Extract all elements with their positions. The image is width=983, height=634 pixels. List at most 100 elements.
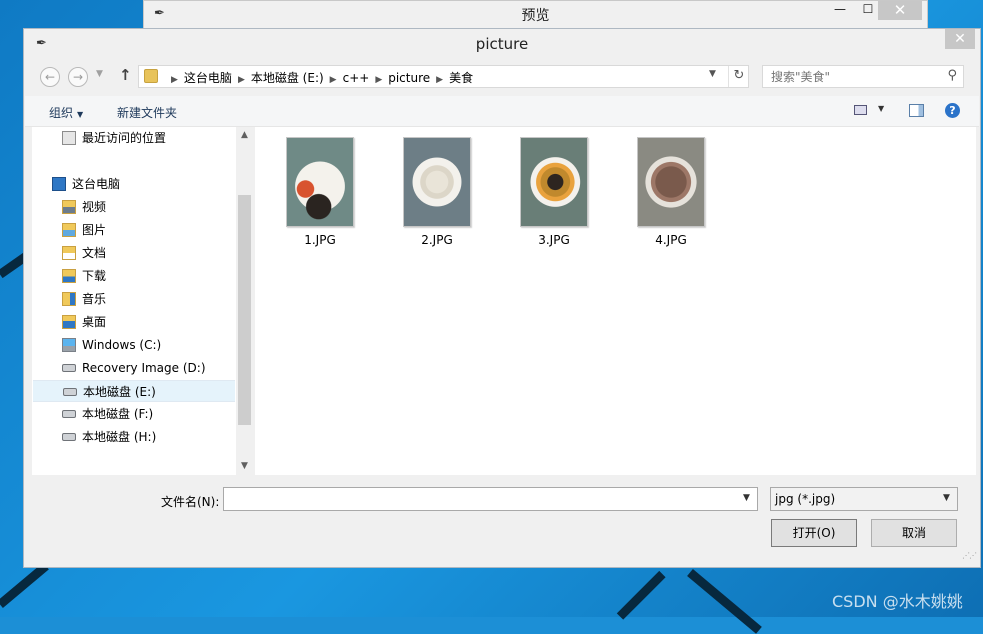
dialog-title: picture <box>475 35 529 53</box>
file-name: 4.JPG <box>655 233 687 247</box>
sidebar-item-label: Windows (C:) <box>82 338 162 352</box>
breadcrumb: ▶ 这台电脑 ▶ 本地磁盘 (E:) ▶ c++ ▶ picture ▶ 美食 <box>165 69 473 86</box>
chevron-right-icon: ▶ <box>375 75 383 85</box>
sidebar-item-label: Recovery Image (D:) <box>82 361 206 375</box>
search-input[interactable] <box>769 69 943 85</box>
help-icon[interactable]: ? <box>945 103 960 118</box>
filename-input[interactable] <box>227 491 736 507</box>
search-box[interactable]: ⚲ <box>762 65 964 88</box>
resize-grip-icon[interactable]: ⋰⋰ <box>962 551 977 560</box>
file-thumbnail <box>520 137 588 227</box>
background-window: ✒ 预览 — ☐ ✕ <box>143 0 928 30</box>
refresh-button[interactable]: ↻ <box>728 66 749 87</box>
pictures-folder-icon <box>62 223 76 237</box>
desktop-folder-icon <box>62 315 76 329</box>
watermark: CSDN @水木姚姚 <box>832 592 963 611</box>
minimize-button[interactable]: — <box>826 1 854 20</box>
drive-icon <box>63 388 77 396</box>
address-bar[interactable]: ▶ 这台电脑 ▶ 本地磁盘 (E:) ▶ c++ ▶ picture ▶ 美食 ▼ ↻ <box>138 65 749 88</box>
sidebar-item[interactable]: Windows (C:) <box>32 334 235 356</box>
navigation-scrollbar[interactable]: ▲ ▼ <box>236 127 253 475</box>
up-button[interactable]: ↑ <box>119 66 132 84</box>
sidebar-item[interactable]: 图片 <box>32 219 235 241</box>
file-item[interactable]: 4.JPG <box>624 137 718 249</box>
drive-icon <box>62 410 76 418</box>
recent-locations-dropdown[interactable]: ▼ <box>96 69 103 79</box>
chevron-down-icon: ▼ <box>943 493 950 503</box>
dialog-close-button[interactable]: ✕ <box>945 29 975 49</box>
organize-menu[interactable]: 组织 ▼ <box>49 104 83 121</box>
file-thumbnail <box>403 137 471 227</box>
scroll-down-button[interactable]: ▼ <box>236 458 253 475</box>
chevron-down-icon[interactable]: ▼ <box>878 104 884 113</box>
chevron-right-icon: ▶ <box>237 75 245 85</box>
scroll-thumb[interactable] <box>238 195 251 425</box>
chevron-down-icon[interactable]: ▼ <box>743 493 750 503</box>
breadcrumb-item[interactable]: picture <box>388 71 430 85</box>
sidebar-item-label: 图片 <box>82 223 107 237</box>
sidebar-item[interactable]: 本地磁盘 (E:) <box>33 380 235 402</box>
breadcrumb-item[interactable]: c++ <box>343 71 370 85</box>
sidebar-item[interactable]: 桌面 <box>32 311 235 333</box>
breadcrumb-item[interactable]: 这台电脑 <box>184 71 232 85</box>
videos-folder-icon <box>62 200 76 214</box>
chevron-right-icon: ▶ <box>171 75 178 85</box>
sidebar-item-label: 这台电脑 <box>72 177 121 191</box>
sidebar-item[interactable]: 最近访问的位置 <box>32 127 235 149</box>
sidebar-item-label: 本地磁盘 (F:) <box>82 407 154 421</box>
navigation-pane: 最近访问的位置这台电脑视频图片文档下载音乐桌面 Windows (C:) Recov… <box>32 127 253 475</box>
filename-label: 文件名(N): <box>161 495 220 509</box>
filetype-select[interactable]: jpg (*.jpg) ▼ <box>770 487 958 511</box>
cancel-button[interactable]: 取消 <box>871 519 957 547</box>
file-item[interactable]: 3.JPG <box>507 137 601 249</box>
background-window-title: 预览 <box>521 8 550 24</box>
file-name: 3.JPG <box>538 233 570 247</box>
drive-icon <box>62 364 76 372</box>
sidebar-item-label: 下载 <box>82 269 107 283</box>
forward-button[interactable]: → <box>68 67 88 87</box>
organize-label: 组织 <box>49 106 74 120</box>
sidebar-item[interactable]: 文档 <box>32 242 235 264</box>
sidebar-item[interactable]: 这台电脑 <box>32 173 235 195</box>
sidebar-item[interactable]: Recovery Image (D:) <box>32 357 235 379</box>
filename-combobox[interactable]: ▼ <box>223 487 758 511</box>
file-thumbnail <box>637 137 705 227</box>
chevron-down-icon[interactable]: ▼ <box>709 69 716 79</box>
file-name: 1.JPG <box>304 233 336 247</box>
recent-places-icon <box>62 131 76 145</box>
scroll-up-button[interactable]: ▲ <box>236 127 253 144</box>
sidebar-item-label: 文档 <box>82 246 107 260</box>
sidebar-item-label: 本地磁盘 (E:) <box>83 385 156 399</box>
sidebar-item[interactable]: 本地磁盘 (H:) <box>32 426 235 448</box>
command-toolbar: 组织 ▼ 新建文件夹 ▼ ? <box>25 96 979 127</box>
open-button[interactable]: 打开(O) <box>771 519 857 547</box>
search-icon[interactable]: ⚲ <box>947 68 957 83</box>
downloads-folder-icon <box>62 269 76 283</box>
drive-icon <box>62 433 76 441</box>
background-close-button[interactable]: ✕ <box>878 1 922 20</box>
file-item[interactable]: 1.JPG <box>273 137 367 249</box>
sidebar-item-label: 本地磁盘 (H:) <box>82 430 157 444</box>
chevron-right-icon: ▶ <box>329 75 337 85</box>
new-folder-button[interactable]: 新建文件夹 <box>117 104 177 121</box>
back-button[interactable]: ← <box>40 67 60 87</box>
file-list: 1.JPG 2.JPG 3.JPG 4.JPG <box>255 127 976 475</box>
folder-icon <box>144 69 158 83</box>
chevron-down-icon: ▼ <box>77 110 84 119</box>
sidebar-item[interactable]: 音乐 <box>32 288 235 310</box>
sidebar-item[interactable]: 本地磁盘 (F:) <box>32 403 235 425</box>
sidebar-item-label: 桌面 <box>82 315 107 329</box>
sidebar-item[interactable]: 视频 <box>32 196 235 218</box>
sidebar-item[interactable]: 下载 <box>32 265 235 287</box>
file-open-dialog: ✒ picture ✕ ← → ▼ ↑ ▶ 这台电脑 ▶ 本地磁盘 (E:) ▶ c++ ▶… <box>23 28 981 568</box>
preview-pane-icon[interactable] <box>909 104 924 117</box>
change-view-icon[interactable] <box>854 105 867 115</box>
file-item[interactable]: 2.JPG <box>390 137 484 249</box>
chevron-right-icon: ▶ <box>436 75 444 85</box>
sidebar-item-label: 最近访问的位置 <box>82 131 167 145</box>
computer-icon <box>52 177 66 191</box>
file-thumbnail <box>286 137 354 227</box>
breadcrumb-item[interactable]: 美食 <box>449 71 473 85</box>
music-folder-icon <box>62 292 76 306</box>
breadcrumb-item[interactable]: 本地磁盘 (E:) <box>251 71 324 85</box>
